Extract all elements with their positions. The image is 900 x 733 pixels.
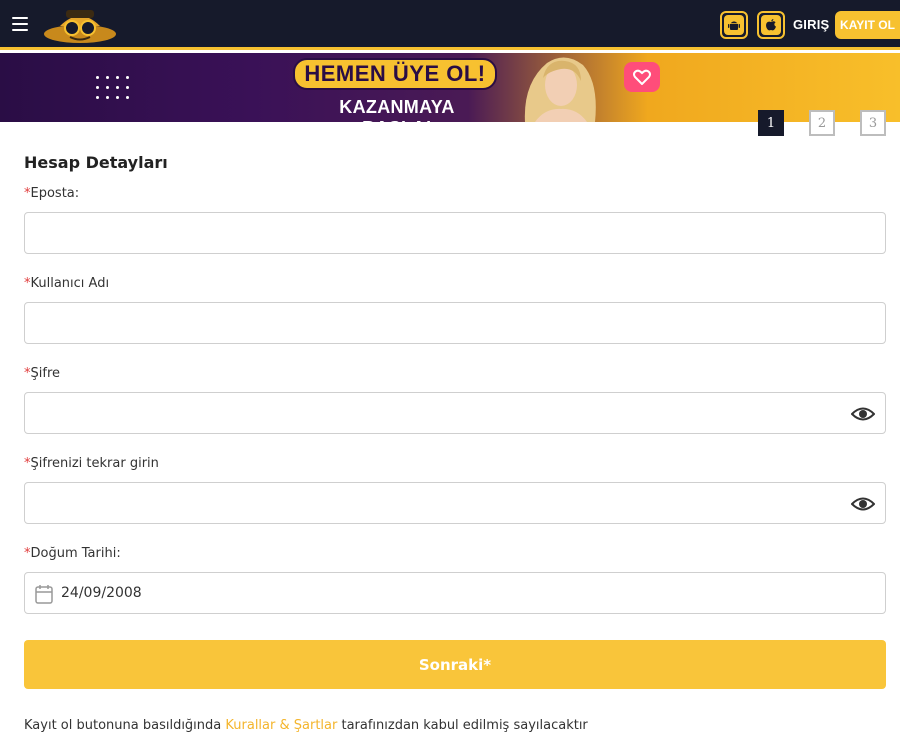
- birthdate-label: *Doğum Tarihi:: [24, 546, 121, 561]
- top-bar: GIRIŞ KAYIT OL: [0, 0, 900, 50]
- apple-icon: [766, 19, 776, 31]
- section-title: Hesap Detayları: [24, 153, 168, 172]
- step-3[interactable]: 3: [860, 110, 886, 136]
- register-button[interactable]: KAYIT OL: [835, 11, 900, 39]
- dots-decoration: [96, 76, 136, 104]
- android-icon: [728, 21, 740, 30]
- android-app-button[interactable]: [720, 11, 748, 39]
- banner-headline: HEMEN ÜYE OL!: [293, 58, 497, 90]
- email-field[interactable]: [25, 213, 885, 253]
- password-repeat-field-wrapper: [24, 482, 886, 524]
- step-2[interactable]: 2: [809, 110, 835, 136]
- step-1[interactable]: 1: [758, 110, 784, 136]
- hamburger-icon[interactable]: [12, 17, 28, 31]
- apple-app-button[interactable]: [757, 11, 785, 39]
- eye-icon[interactable]: [851, 494, 875, 514]
- next-button[interactable]: Sonraki*: [24, 640, 886, 689]
- password-field-wrapper: [24, 392, 886, 434]
- heart-badge: [624, 62, 660, 92]
- password-label: *Şifre: [24, 366, 60, 381]
- birthdate-label-text: Doğum Tarihi:: [30, 546, 121, 561]
- login-link[interactable]: GIRIŞ: [793, 17, 829, 32]
- username-field[interactable]: [25, 303, 885, 343]
- password-repeat-label-text: Şifrenizi tekrar girin: [30, 456, 159, 471]
- birthdate-field[interactable]: 24/09/2008: [24, 572, 886, 614]
- terms-link[interactable]: Kurallar & Şartlar: [225, 718, 337, 733]
- birthdate-value: 24/09/2008: [61, 585, 142, 601]
- username-label: *Kullanıcı Adı: [24, 276, 109, 291]
- password-repeat-field[interactable]: [25, 483, 885, 523]
- banner-model-image: [524, 57, 596, 122]
- password-repeat-label: *Şifrenizi tekrar girin: [24, 456, 159, 471]
- email-field-wrapper: [24, 212, 886, 254]
- terms-suffix: tarafınızdan kabul edilmiş sayılacaktır: [337, 718, 588, 733]
- username-field-wrapper: [24, 302, 886, 344]
- terms-prefix: Kayıt ol butonuna basıldığında: [24, 718, 226, 733]
- heart-icon: [633, 69, 651, 85]
- terms-notice: Kayıt ol butonuna basıldığında Kurallar …: [24, 718, 588, 733]
- brand-logo[interactable]: [40, 4, 120, 46]
- banner-subline: KAZANMAYA BAŞLA!: [339, 97, 455, 122]
- email-label: *Eposta:: [24, 186, 79, 201]
- username-label-text: Kullanıcı Adı: [30, 276, 110, 291]
- password-field[interactable]: [25, 393, 885, 433]
- eye-icon[interactable]: [851, 404, 875, 424]
- email-label-text: Eposta:: [30, 186, 80, 201]
- password-label-text: Şifre: [30, 366, 61, 381]
- calendar-icon: [35, 585, 53, 604]
